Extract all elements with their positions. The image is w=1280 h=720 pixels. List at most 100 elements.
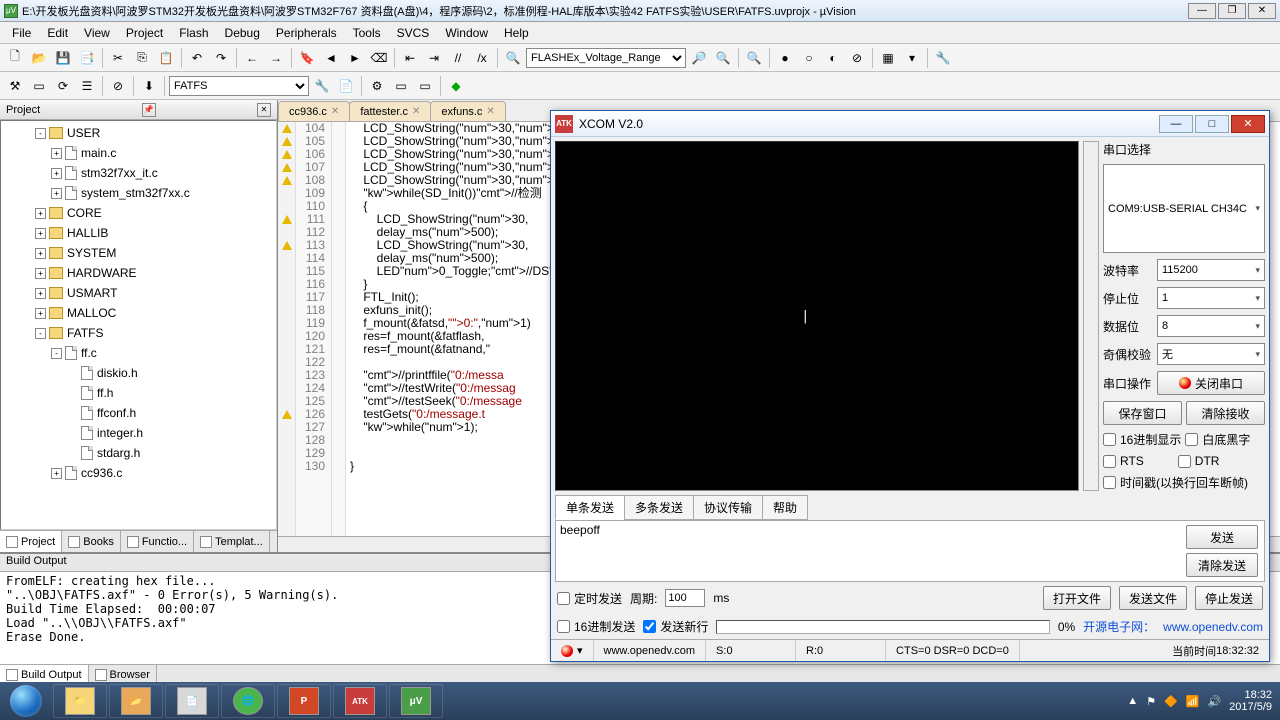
status-dropdown-icon[interactable]: ▾ <box>577 644 583 657</box>
tree-row[interactable]: +MALLOC <box>1 303 276 323</box>
xcom-titlebar[interactable]: ATK XCOM V2.0 — □ ✕ <box>551 111 1269 137</box>
tray-network-icon[interactable]: 📶 <box>1186 695 1200 708</box>
save-icon[interactable]: 💾 <box>52 47 74 69</box>
breakpoint4-icon[interactable]: ⊘ <box>846 47 868 69</box>
tree-row[interactable]: +HARDWARE <box>1 263 276 283</box>
clear-rx-button[interactable]: 清除接收 <box>1186 401 1265 425</box>
manage-icon[interactable]: ⚙ <box>366 75 388 97</box>
save-window-button[interactable]: 保存窗口 <box>1103 401 1182 425</box>
xcom-tab-single[interactable]: 单条发送 <box>555 495 625 520</box>
task-xcom[interactable]: ATK <box>333 684 387 718</box>
build-target-icon[interactable]: ▭ <box>28 75 50 97</box>
menu-tools[interactable]: Tools <box>345 24 389 42</box>
tray-shield-icon[interactable]: 🔶 <box>1164 695 1178 708</box>
tree-row[interactable]: ff.h <box>1 383 276 403</box>
tree-row[interactable]: ffconf.h <box>1 403 276 423</box>
xcom-minimize-button[interactable]: — <box>1159 115 1193 133</box>
task-explorer[interactable]: 📁 <box>53 684 107 718</box>
redo-icon[interactable]: ↷ <box>210 47 232 69</box>
tab-close-icon[interactable]: ✕ <box>486 106 494 117</box>
pack-icon[interactable]: ◆ <box>445 75 467 97</box>
config-icon[interactable]: 🔧 <box>932 47 954 69</box>
tree-row[interactable]: -FATFS <box>1 323 276 343</box>
port-select[interactable]: COM9:USB-SERIAL CH34C <box>1103 164 1265 253</box>
timed-send-check[interactable]: 定时发送 <box>557 590 622 607</box>
tree-row[interactable]: +cc936.c <box>1 463 276 483</box>
send-button[interactable]: 发送 <box>1186 525 1258 549</box>
task-app2[interactable]: 📂 <box>109 684 163 718</box>
close-button[interactable]: ✕ <box>1248 3 1276 19</box>
send-newline-check[interactable]: 发送新行 <box>643 618 708 635</box>
taskbar-clock[interactable]: 18:32 2017/5/9 <box>1229 689 1272 713</box>
bookmark-icon[interactable]: 🔖 <box>296 47 318 69</box>
copy-icon[interactable]: ⎘ <box>131 47 153 69</box>
dropdown-icon[interactable]: ▾ <box>901 47 923 69</box>
tree-row[interactable]: +stm32f7xx_it.c <box>1 163 276 183</box>
menu-svcs[interactable]: SVCS <box>389 24 438 42</box>
nav-back-icon[interactable]: ← <box>241 47 263 69</box>
tree-row[interactable]: +main.c <box>1 143 276 163</box>
tree-row[interactable]: stdarg.h <box>1 443 276 463</box>
tab-project[interactable]: Project <box>0 531 62 552</box>
manage3-icon[interactable]: ▭ <box>414 75 436 97</box>
bookmark-prev-icon[interactable]: ◄ <box>320 47 342 69</box>
tree-row[interactable]: +system_stm32f7xx.c <box>1 183 276 203</box>
minimize-button[interactable]: — <box>1188 3 1216 19</box>
menu-project[interactable]: Project <box>118 24 171 42</box>
close-port-button[interactable]: 关闭串口 <box>1157 371 1265 395</box>
nav-fwd-icon[interactable]: → <box>265 47 287 69</box>
period-input[interactable] <box>665 589 705 607</box>
task-app3[interactable]: 📄 <box>165 684 219 718</box>
menu-peripherals[interactable]: Peripherals <box>268 24 345 42</box>
window-icon[interactable]: ▦ <box>877 47 899 69</box>
rebuild-icon[interactable]: ⟳ <box>52 75 74 97</box>
tab-functions[interactable]: Functio... <box>121 531 194 552</box>
dtr-check[interactable]: DTR <box>1178 454 1220 468</box>
panel-close-icon[interactable]: ✕ <box>257 103 271 117</box>
tree-row[interactable]: diskio.h <box>1 363 276 383</box>
target-select[interactable]: FATFS <box>169 76 309 96</box>
menu-view[interactable]: View <box>76 24 118 42</box>
system-tray[interactable]: ▲ ⚑ 🔶 📶 🔊 18:32 2017/5/9 <box>1119 689 1280 713</box>
editor-tab-cc936[interactable]: cc936.c✕ <box>278 101 350 121</box>
bookmark-clear-icon[interactable]: ⌫ <box>368 47 390 69</box>
indent-left-icon[interactable]: ⇤ <box>399 47 421 69</box>
breakpoint2-icon[interactable]: ○ <box>798 47 820 69</box>
xcom-rx-scrollbar[interactable] <box>1083 141 1099 491</box>
incremental-find-icon[interactable]: 🔍 <box>712 47 734 69</box>
xcom-tab-multi[interactable]: 多条发送 <box>624 495 694 520</box>
manage2-icon[interactable]: ▭ <box>390 75 412 97</box>
flashex-select[interactable]: FLASHEx_Voltage_Range <box>526 48 686 68</box>
maximize-button[interactable]: ❐ <box>1218 3 1246 19</box>
menu-help[interactable]: Help <box>496 24 537 42</box>
send-file-button[interactable]: 发送文件 <box>1119 586 1187 610</box>
breakpoint-icon[interactable]: ● <box>774 47 796 69</box>
menu-file[interactable]: File <box>4 24 39 42</box>
stop-send-button[interactable]: 停止发送 <box>1195 586 1263 610</box>
stop-select[interactable]: 1 <box>1157 287 1265 309</box>
panel-pin-icon[interactable]: 📌 <box>142 103 156 117</box>
tab-templates[interactable]: Templat... <box>194 531 270 552</box>
stop-build-icon[interactable]: ⊘ <box>107 75 129 97</box>
menu-flash[interactable]: Flash <box>171 24 216 42</box>
paste-icon[interactable]: 📋 <box>155 47 177 69</box>
tree-row[interactable]: +CORE <box>1 203 276 223</box>
tray-flag-icon[interactable]: ▲ <box>1127 695 1138 707</box>
open-file-button[interactable]: 打开文件 <box>1043 586 1111 610</box>
rts-check[interactable]: RTS <box>1103 454 1144 468</box>
breakpoint3-icon[interactable]: ◐ <box>822 47 844 69</box>
status-url[interactable]: www.openedv.com <box>594 640 707 661</box>
menu-edit[interactable]: Edit <box>39 24 76 42</box>
tab-close-icon[interactable]: ✕ <box>331 106 339 117</box>
editor-tab-exfuns[interactable]: exfuns.c✕ <box>430 101 505 121</box>
task-powerpoint[interactable]: P <box>277 684 331 718</box>
download-icon[interactable]: ⬇ <box>138 75 160 97</box>
menu-debug[interactable]: Debug <box>217 24 268 42</box>
clear-send-button[interactable]: 清除发送 <box>1186 553 1258 577</box>
tree-row[interactable]: +HALLIB <box>1 223 276 243</box>
bookmark-next-icon[interactable]: ► <box>344 47 366 69</box>
batch-build-icon[interactable]: ☰ <box>76 75 98 97</box>
tree-row[interactable]: +USMART <box>1 283 276 303</box>
debug-icon[interactable]: 🔍 <box>743 47 765 69</box>
build-icon[interactable]: ⚒ <box>4 75 26 97</box>
